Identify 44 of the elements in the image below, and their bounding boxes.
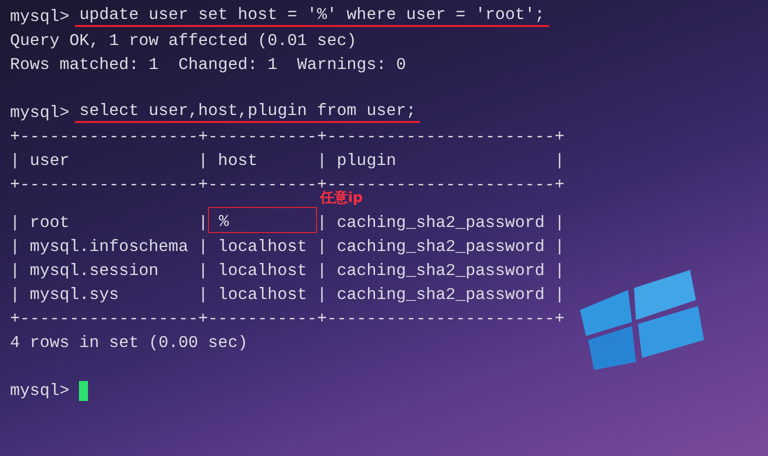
- column-separator: |: [316, 284, 327, 306]
- table-cell-text: localhost: [216, 284, 308, 306]
- table-cell-text: mysql.sys: [28, 284, 120, 306]
- prompt: mysql>: [10, 102, 70, 124]
- table-cell-text: caching_sha2_password: [336, 260, 546, 282]
- column-separator: |: [10, 212, 20, 234]
- output-text: +------------------+-----------+-----------------------+: [10, 126, 564, 148]
- prompt: mysql>: [10, 6, 70, 28]
- command-text: update user set host = '%' where user = 'root';: [75, 5, 549, 27]
- column-separator: |: [198, 212, 208, 234]
- table-cell-text: caching_sha2_password: [336, 236, 546, 258]
- output-text: +------------------+-----------+-----------------------+: [10, 308, 564, 330]
- output-text: Query OK, 1 row affected (0.01 sec): [10, 30, 357, 52]
- table-cell-text: host: [216, 150, 259, 172]
- column-separator: |: [554, 236, 564, 258]
- table-cell-text: plugin: [336, 150, 398, 172]
- column-separator: |: [10, 236, 20, 258]
- prompt: mysql>: [10, 380, 70, 402]
- column-separator: |: [316, 236, 327, 258]
- column-separator: |: [10, 284, 20, 306]
- table-cell-text: mysql.infoschema: [28, 236, 190, 258]
- table-cell-text: mysql.session: [28, 260, 160, 282]
- column-separator: |: [198, 150, 208, 172]
- command-text: select user,host,plugin from user;: [75, 101, 420, 123]
- table-cell-text: caching_sha2_password: [336, 284, 546, 306]
- column-separator: |: [554, 150, 564, 172]
- column-separator: |: [10, 260, 20, 282]
- column-separator: |: [198, 260, 208, 282]
- column-separator: |: [10, 150, 20, 172]
- column-separator: |: [198, 284, 208, 306]
- table-cell-text: localhost: [216, 236, 308, 258]
- column-separator: |: [198, 236, 208, 258]
- column-separator: |: [554, 284, 564, 306]
- column-separator: |: [316, 260, 327, 282]
- column-separator: |: [554, 260, 564, 282]
- output-text: Rows matched: 1 Changed: 1 Warnings: 0: [10, 54, 406, 76]
- table-cell-text: caching_sha2_password: [336, 212, 546, 234]
- column-separator: |: [554, 212, 564, 234]
- column-separator: |: [316, 150, 327, 172]
- table-cell-text: localhost: [216, 260, 308, 282]
- table-cell-text: user: [28, 150, 70, 172]
- table-cell-text: root: [28, 212, 70, 234]
- column-separator: |: [316, 212, 327, 234]
- output-text: 4 rows in set (0.00 sec): [10, 332, 248, 354]
